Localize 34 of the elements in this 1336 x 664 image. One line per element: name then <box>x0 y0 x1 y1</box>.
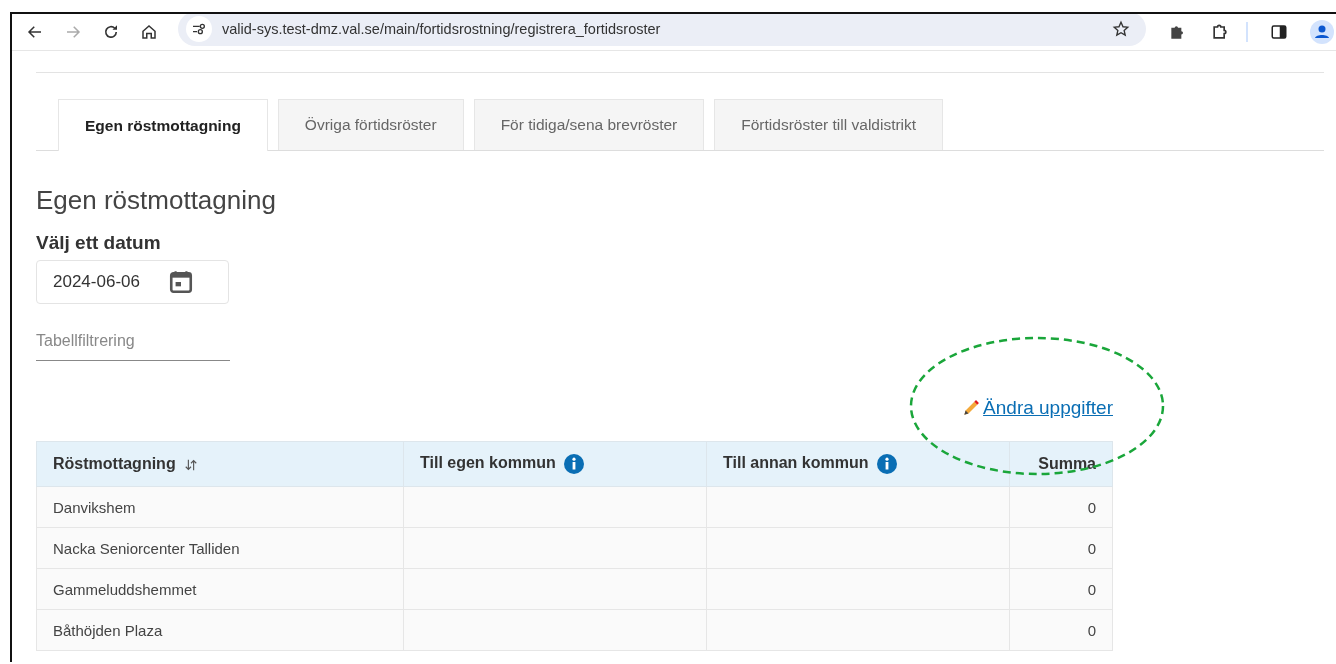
column-header: Till annan kommun <box>706 441 1010 487</box>
url-text: valid-sys.test-dmz.val.se/main/fortidsrostning/registrera_fortidsroster <box>222 21 662 37</box>
home-icon[interactable] <box>140 23 158 41</box>
info-icon[interactable] <box>876 454 897 474</box>
table-cell: Båthöjden Plaza <box>36 609 404 651</box>
side-panel-icon[interactable] <box>1270 23 1288 41</box>
table-cell: 0 <box>1009 568 1113 610</box>
calendar-icon[interactable] <box>167 269 194 295</box>
column-header[interactable]: Röstmottagning <box>36 441 404 487</box>
table-cell: 0 <box>1009 609 1113 651</box>
table-cell: 0 <box>1009 486 1113 528</box>
table-cell: Nacka Seniorcenter Talliden <box>36 527 404 569</box>
tab[interactable]: Egen röstmottagning <box>58 99 268 151</box>
table-cell: Danvikshem <box>36 486 404 528</box>
star-icon[interactable] <box>1112 20 1130 38</box>
page-heading: Egen röstmottagning <box>36 185 277 216</box>
extensions-icon[interactable] <box>1210 22 1230 42</box>
info-icon[interactable] <box>564 454 585 474</box>
address-bar[interactable]: valid-sys.test-dmz.val.se/main/fortidsrostning/registrera_fortidsroster <box>178 14 1146 46</box>
reload-icon[interactable] <box>102 23 120 41</box>
sort-icon[interactable] <box>184 457 199 472</box>
back-icon[interactable] <box>26 23 44 41</box>
table-cell: Gammeluddshemmet <box>36 568 404 610</box>
tab[interactable]: För tidiga/sena brevröster <box>473 99 705 150</box>
tab[interactable]: Övriga förtidsröster <box>277 99 464 150</box>
tab[interactable]: Förtidsröster till valdistrikt <box>714 99 944 150</box>
table-cell: 0 <box>1009 527 1113 569</box>
column-header: Till egen kommun <box>403 441 707 487</box>
edit-link[interactable]: Ändra uppgifter <box>961 397 1113 419</box>
date-label: Välj ett datum <box>36 232 162 254</box>
site-settings-icon[interactable] <box>186 16 212 42</box>
date-field[interactable]: 2024-06-06 <box>36 260 229 304</box>
profile-avatar-icon[interactable] <box>1310 20 1334 44</box>
column-header: Summa <box>1009 441 1113 487</box>
